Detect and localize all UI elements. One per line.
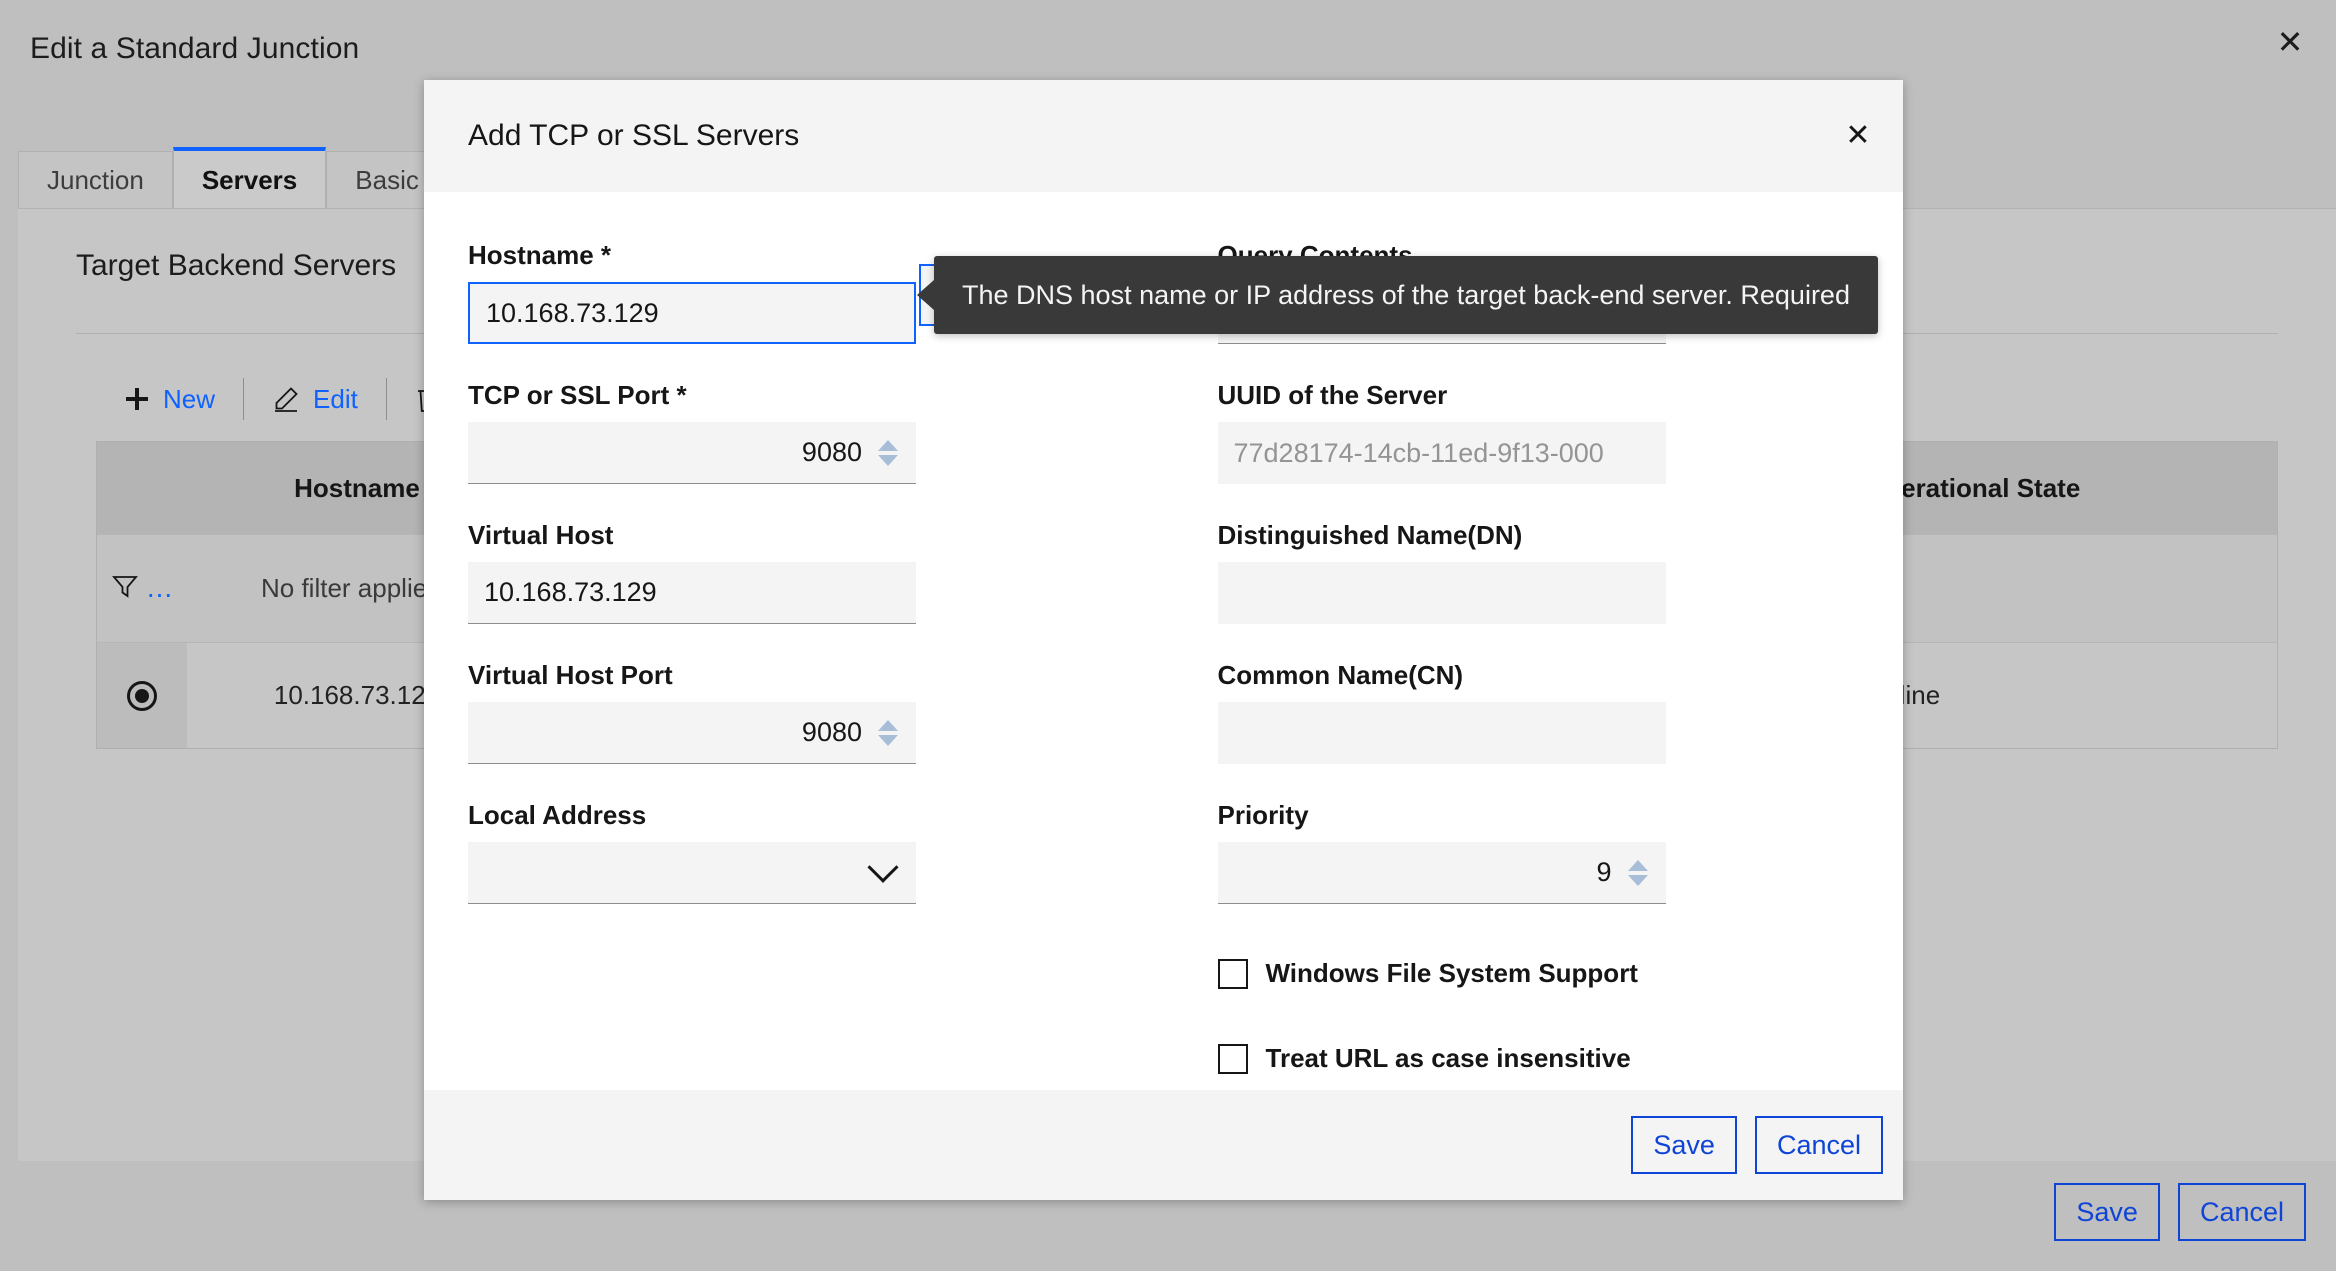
page-save-button[interactable]: Save [2054, 1183, 2160, 1241]
hostname-tooltip: The DNS host name or IP address of the t… [934, 256, 1878, 334]
virtual-host-port-label: Virtual Host Port [468, 660, 1164, 691]
local-address-label: Local Address [468, 800, 1164, 831]
dialog-title: Add TCP or SSL Servers [424, 119, 799, 153]
uuid-input: 77d28174-14cb-11ed-9f13-000 [1218, 422, 1666, 484]
dialog-save-button[interactable]: Save [1631, 1116, 1737, 1174]
tab-bar: Junction Servers Basic [18, 147, 448, 209]
distinguished-name-input[interactable] [1218, 562, 1666, 624]
checkbox-label: Treat URL as case insensitive [1266, 1043, 1631, 1074]
field-tcp-ssl-port: TCP or SSL Port * 9080 [468, 380, 1164, 484]
filter-icon [111, 572, 139, 605]
field-virtual-host-port: Virtual Host Port 9080 [468, 660, 1164, 764]
tcp-ssl-port-value: 9080 [802, 437, 878, 468]
dialog-right-column: Query Contents UUID of the Server 77d281… [1164, 240, 1860, 1090]
tab-junction[interactable]: Junction [18, 151, 173, 209]
dialog-footer: Save Cancel [424, 1090, 1903, 1200]
edit-button-label: Edit [313, 384, 358, 415]
filter-control[interactable]: ... [97, 572, 187, 605]
field-local-address: Local Address [468, 800, 1164, 904]
add-servers-dialog: Add TCP or SSL Servers ✕ Hostname * 10.1… [424, 80, 1903, 1200]
tab-basic-label: Basic [355, 165, 419, 196]
dialog-close-icon[interactable]: ✕ [1835, 113, 1881, 159]
spinner-up-icon[interactable] [1628, 860, 1648, 871]
table-header-operational-state: Operational State [1857, 442, 2277, 534]
tcp-ssl-port-label: TCP or SSL Port * [468, 380, 1164, 411]
plus-icon [124, 386, 150, 412]
dialog-header: Add TCP or SSL Servers ✕ [424, 80, 1903, 192]
new-button-label: New [163, 384, 215, 415]
tab-servers-label: Servers [202, 165, 297, 196]
checkbox-box[interactable] [1218, 1044, 1248, 1074]
spinner-down-icon[interactable] [878, 455, 898, 466]
priority-label: Priority [1218, 800, 1860, 831]
field-distinguished-name: Distinguished Name(DN) [1218, 520, 1860, 624]
new-button[interactable]: New [96, 375, 243, 423]
local-address-select[interactable] [468, 842, 916, 904]
table-toolbar: New Edit [96, 364, 469, 434]
priority-stepper[interactable]: 9 [1218, 842, 1666, 904]
spinner-up-icon[interactable] [878, 720, 898, 731]
pencil-icon [272, 385, 300, 413]
page-title: Edit a Standard Junction [30, 32, 359, 66]
field-uuid: UUID of the Server 77d28174-14cb-11ed-9f… [1218, 380, 1860, 484]
field-priority: Priority 9 [1218, 800, 1860, 904]
virtual-host-input[interactable]: 10.168.73.129 [468, 562, 916, 624]
virtual-host-port-stepper[interactable]: 9080 [468, 702, 916, 764]
uuid-label: UUID of the Server [1218, 380, 1860, 411]
page-close-icon[interactable]: ✕ [2268, 20, 2312, 64]
filter-status-text: No filter applied [187, 573, 442, 604]
checkbox-box[interactable] [1218, 959, 1248, 989]
common-name-input[interactable] [1218, 702, 1666, 764]
tab-servers[interactable]: Servers [173, 147, 326, 209]
dialog-cancel-button[interactable]: Cancel [1755, 1116, 1883, 1174]
page-action-buttons: Save Cancel [2054, 1183, 2306, 1241]
field-common-name: Common Name(CN) [1218, 660, 1860, 764]
distinguished-name-label: Distinguished Name(DN) [1218, 520, 1860, 551]
row-operational-state: Online [1857, 680, 2277, 711]
spinner-down-icon[interactable] [1628, 875, 1648, 886]
table-header-select [97, 442, 187, 534]
row-select-cell[interactable] [97, 643, 187, 748]
chevron-down-icon [867, 851, 898, 882]
panel-heading: Target Backend Servers [76, 249, 396, 283]
tcp-ssl-port-spinner[interactable] [878, 440, 906, 466]
tab-junction-label: Junction [47, 165, 144, 196]
hostname-input[interactable]: 10.168.73.129 [468, 282, 916, 344]
tooltip-text: The DNS host name or IP address of the t… [962, 280, 1850, 311]
virtual-host-port-value: 9080 [802, 717, 878, 748]
priority-spinner[interactable] [1628, 860, 1656, 886]
spinner-down-icon[interactable] [878, 735, 898, 746]
edit-button[interactable]: Edit [244, 375, 386, 423]
filter-dots[interactable]: ... [147, 580, 173, 597]
priority-value: 9 [1596, 857, 1627, 888]
field-virtual-host: Virtual Host 10.168.73.129 [468, 520, 1164, 624]
spinner-up-icon[interactable] [878, 440, 898, 451]
virtual-host-port-spinner[interactable] [878, 720, 906, 746]
dialog-left-column: Hostname * 10.168.73.129 TCP or SSL Port… [468, 240, 1164, 1090]
checkbox-label: Windows File System Support [1266, 958, 1638, 989]
page-cancel-button[interactable]: Cancel [2178, 1183, 2306, 1241]
virtual-host-label: Virtual Host [468, 520, 1164, 551]
common-name-label: Common Name(CN) [1218, 660, 1860, 691]
checkbox-case-insensitive[interactable]: Treat URL as case insensitive [1218, 1043, 1860, 1074]
tcp-ssl-port-stepper[interactable]: 9080 [468, 422, 916, 484]
checkbox-windows-file-system-support[interactable]: Windows File System Support [1218, 958, 1860, 989]
row-radio-selected[interactable] [127, 681, 157, 711]
